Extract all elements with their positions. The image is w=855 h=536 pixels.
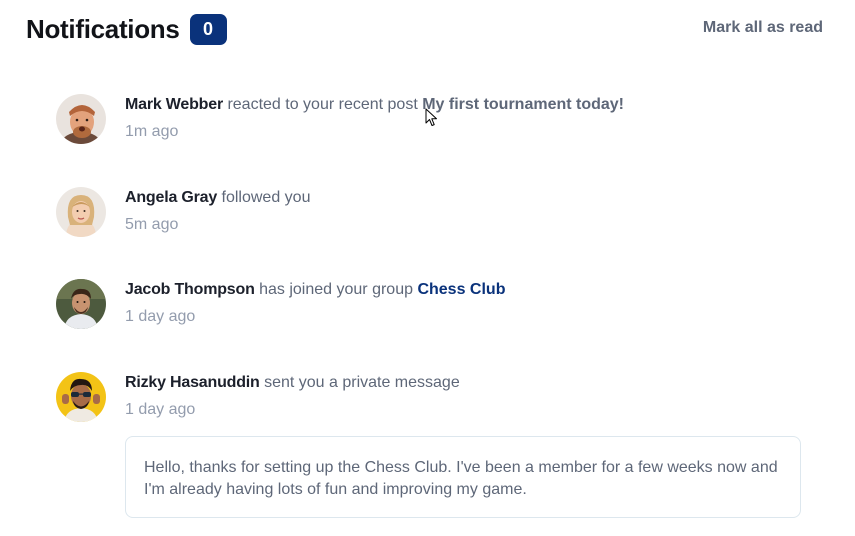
notification-item[interactable]: Jacob Thompson has joined your group Che… xyxy=(56,279,505,329)
notification-content: Angela Gray followed you 5m ago xyxy=(125,187,310,235)
page-title: Notifications xyxy=(26,14,180,44)
avatar-rizky-hasanuddin[interactable] xyxy=(56,372,106,422)
group-link[interactable]: Chess Club xyxy=(417,281,505,298)
user-name-link[interactable]: Rizky Hasanuddin xyxy=(125,374,260,391)
notification-time: 1m ago xyxy=(125,123,179,140)
mark-all-as-read-button[interactable]: Mark all as read xyxy=(703,18,823,38)
notification-text: Mark Webber reacted to your recent post … xyxy=(125,95,624,115)
user-name-link[interactable]: Mark Webber xyxy=(125,96,223,113)
notification-action: reacted to your recent post xyxy=(227,96,418,113)
notification-text: Jacob Thompson has joined your group Che… xyxy=(125,280,505,300)
notifications-header: Notifications 0 Mark all as read xyxy=(26,12,823,46)
avatar-mark-webber[interactable] xyxy=(56,94,106,144)
avatar-jacob-thompson[interactable] xyxy=(56,279,106,329)
notification-time: 1 day ago xyxy=(125,308,196,325)
avatar-angela-gray[interactable] xyxy=(56,187,106,237)
notification-time: 1 day ago xyxy=(125,401,196,418)
notification-item[interactable]: Rizky Hasanuddin sent you a private mess… xyxy=(56,372,460,422)
notification-content: Mark Webber reacted to your recent post … xyxy=(125,94,624,142)
notification-time: 5m ago xyxy=(125,216,179,233)
user-name-link[interactable]: Jacob Thompson xyxy=(125,281,255,298)
notification-content: Rizky Hasanuddin sent you a private mess… xyxy=(125,372,460,420)
user-name-link[interactable]: Angela Gray xyxy=(125,189,217,206)
post-link[interactable]: My first tournament today! xyxy=(422,96,624,113)
notification-action: sent you a private message xyxy=(264,374,460,391)
notification-text: Rizky Hasanuddin sent you a private mess… xyxy=(125,373,460,393)
notification-content: Jacob Thompson has joined your group Che… xyxy=(125,279,505,327)
notifications-page: Notifications 0 Mark all as read Mark We… xyxy=(0,0,855,536)
notification-action: followed you xyxy=(221,189,311,206)
unread-count-badge: 0 xyxy=(189,13,227,45)
private-message-preview[interactable]: Hello, thanks for setting up the Chess C… xyxy=(125,436,801,518)
notification-item[interactable]: Mark Webber reacted to your recent post … xyxy=(56,94,624,144)
title-group: Notifications 0 xyxy=(26,12,227,46)
notification-text: Angela Gray followed you xyxy=(125,188,310,208)
notification-item[interactable]: Angela Gray followed you 5m ago xyxy=(56,187,310,237)
notification-action: has joined your group xyxy=(259,281,413,298)
